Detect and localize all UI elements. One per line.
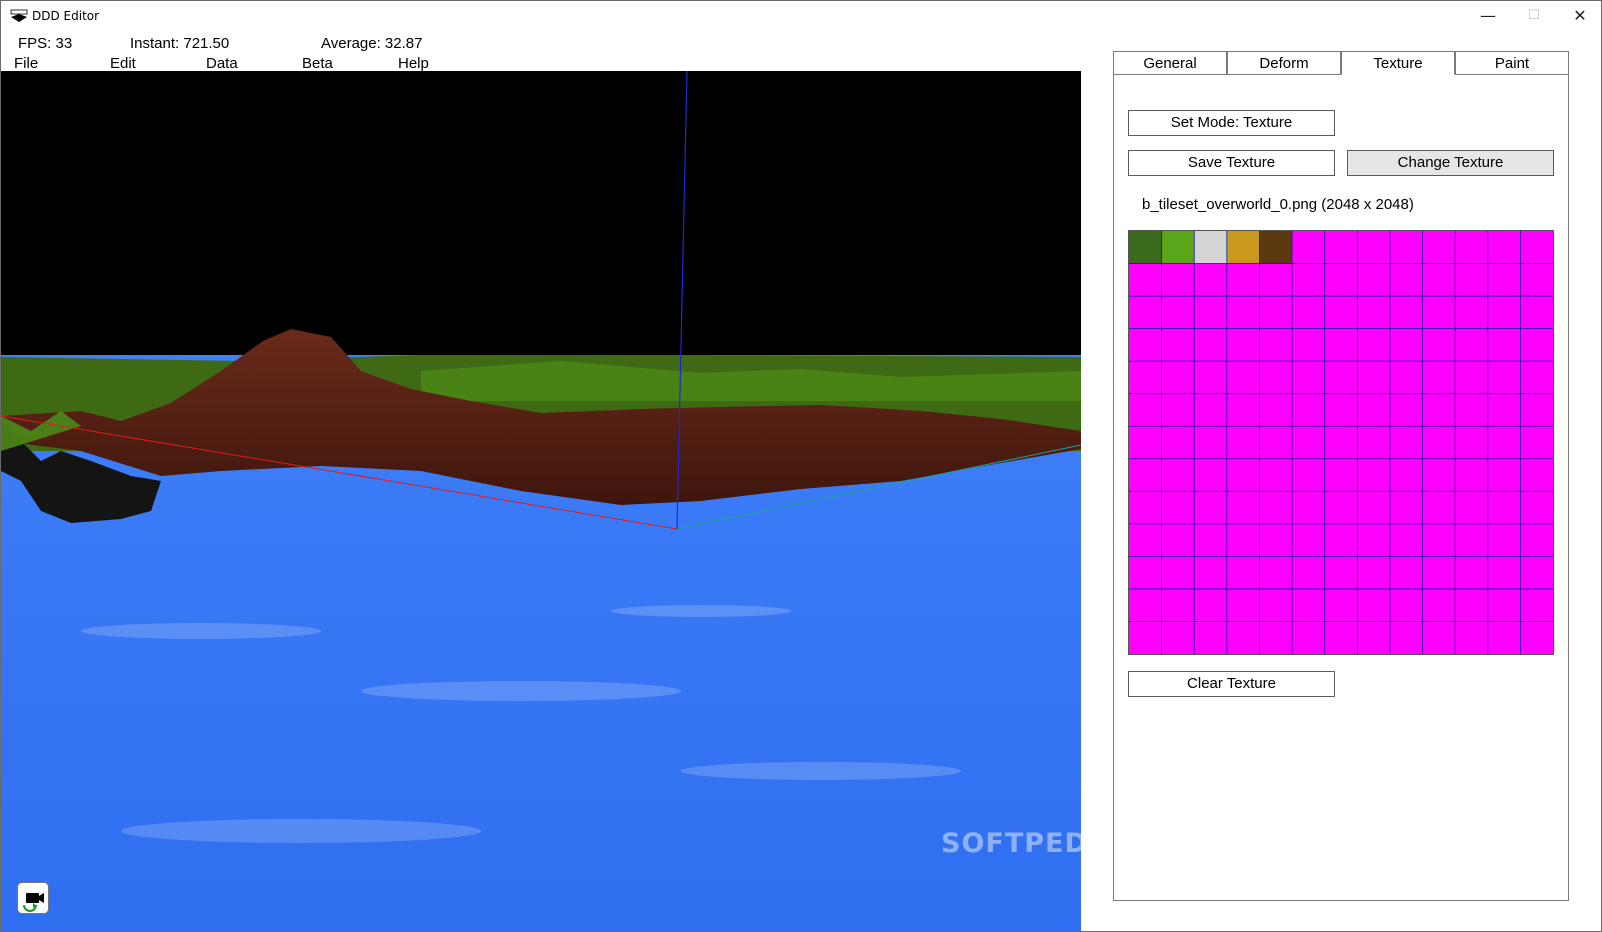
menu-file[interactable]: File <box>14 55 38 72</box>
change-texture-button[interactable]: Change Texture <box>1347 150 1554 176</box>
texture-tile-4 <box>1259 231 1293 264</box>
tab-paint[interactable]: Paint <box>1455 51 1569 75</box>
menu-beta[interactable]: Beta <box>302 55 333 72</box>
clear-texture-button[interactable]: Clear Texture <box>1128 671 1335 697</box>
instant-readout: Instant: 721.50 <box>130 35 230 52</box>
app-icon <box>10 9 28 22</box>
camera-icon <box>23 893 44 912</box>
average-readout: Average: 32.87 <box>321 35 423 52</box>
texture-background <box>1129 231 1553 654</box>
softpedia-watermark: SOFTPEDIA <box>941 828 1081 859</box>
texture-file-label: b_tileset_overworld_0.png (2048 x 2048) <box>1142 196 1414 213</box>
close-button[interactable]: ✕ <box>1557 1 1602 31</box>
menu-help[interactable]: Help <box>398 55 429 72</box>
fps-readout: FPS: 33 <box>18 35 73 52</box>
scene-render <box>1 71 1081 931</box>
tab-general[interactable]: General <box>1113 51 1227 75</box>
texture-grid-canvas <box>1129 231 1553 654</box>
window-title: DDD Editor <box>32 9 100 23</box>
texture-tile-3 <box>1226 231 1260 264</box>
texture-atlas[interactable] <box>1128 230 1554 655</box>
maximize-button[interactable]: ☐ <box>1511 1 1557 31</box>
minimize-button[interactable]: — <box>1465 1 1511 31</box>
menu-data[interactable]: Data <box>206 55 238 72</box>
set-mode-texture-button[interactable]: Set Mode: Texture <box>1128 110 1335 136</box>
save-texture-button[interactable]: Save Texture <box>1128 150 1335 176</box>
tab-texture[interactable]: Texture <box>1341 51 1455 75</box>
3d-viewport[interactable]: SOFTPEDIA <box>1 71 1081 931</box>
menu-edit[interactable]: Edit <box>110 55 136 72</box>
title-bar[interactable]: DDD Editor — ☐ ✕ <box>1 1 1601 31</box>
texture-tile-1 <box>1161 231 1195 264</box>
tab-bar: General Deform Texture Paint <box>1113 51 1569 75</box>
tab-deform[interactable]: Deform <box>1227 51 1341 75</box>
texture-tile-2 <box>1194 231 1227 264</box>
texture-tile-0 <box>1129 231 1162 264</box>
camera-toggle-button[interactable] <box>17 882 49 914</box>
